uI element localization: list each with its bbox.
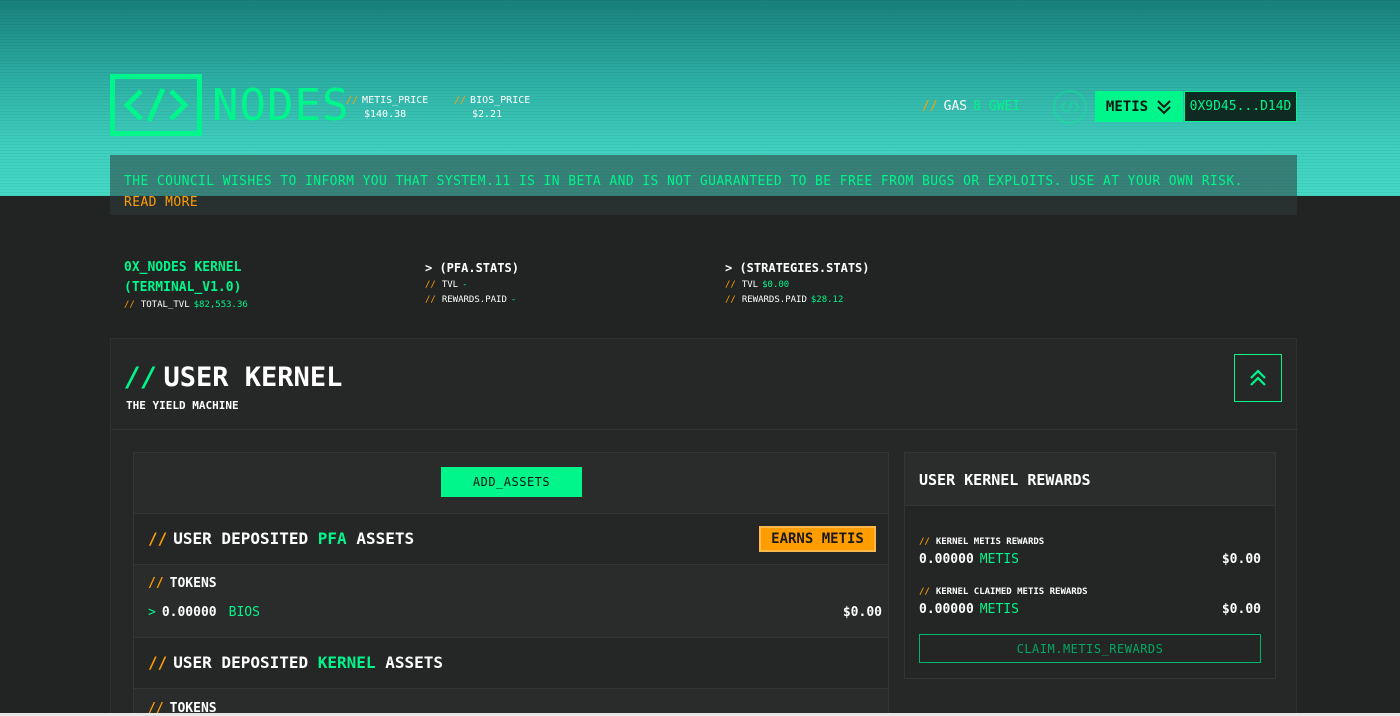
- slash-icon: //: [425, 295, 436, 305]
- slash-icon: //: [346, 95, 359, 106]
- strategies-stats-title: > (STRATEGIES.STATS): [725, 261, 870, 275]
- reward-usd: $0.00: [1221, 602, 1261, 617]
- pfa-tvl-value: -: [462, 280, 468, 290]
- rewards-header: USER KERNEL REWARDS: [905, 453, 1275, 506]
- metis-price-label: METIS_PRICE: [362, 95, 429, 106]
- network-select-button[interactable]: METIS: [1095, 91, 1183, 122]
- reward-label: // KERNEL METIS REWARDS: [919, 537, 1044, 547]
- strategies-stats: > (STRATEGIES.STATS) // TVL $0.00 // REWARD…: [725, 258, 870, 308]
- rewards-title: USER KERNEL REWARDS: [919, 471, 1091, 489]
- slash-icon: //: [454, 95, 467, 106]
- slash-icon: //: [148, 653, 168, 672]
- code-brackets-icon: [123, 87, 189, 123]
- total-tvl-label: TOTAL_TVL: [140, 300, 190, 310]
- notice-text: THE COUNCIL WISHES TO INFORM YOU THAT SY…: [124, 174, 1243, 189]
- section-title-suffix: ASSETS: [385, 653, 443, 672]
- list-item[interactable]: >0.00000 BIOS $0.00: [148, 605, 882, 620]
- kernel-version: (TERMINAL_V1.0): [124, 280, 242, 295]
- section-title-suffix: ASSETS: [356, 529, 415, 548]
- claim-rewards-button[interactable]: CLAIM.METIS_REWARDS: [919, 634, 1261, 663]
- double-chevron-up-icon: [1250, 369, 1266, 386]
- slash-icon: //: [725, 295, 736, 305]
- strategies-tvl-value: $0.00: [762, 280, 790, 290]
- metis-price: //METIS_PRICE $140.38: [346, 94, 428, 122]
- slash-icon: //: [124, 300, 135, 310]
- reward-row: 0.00000 METIS $0.00: [919, 602, 1261, 617]
- panel-title: //USER KERNEL: [125, 361, 342, 395]
- bios-price-label: BIOS_PRICE: [470, 95, 531, 106]
- arrow-icon: >: [148, 605, 156, 620]
- slash-icon: //: [725, 280, 736, 290]
- add-assets-button[interactable]: ADD_ASSETS: [441, 467, 582, 497]
- reward-label-text: KERNEL CLAIMED METIS REWARDS: [935, 587, 1088, 597]
- pfa-assets-header: // USER DEPOSITED PFA ASSETS EARNS METIS: [134, 513, 888, 565]
- beta-notice: THE COUNCIL WISHES TO INFORM YOU THAT SY…: [110, 155, 1297, 215]
- gas-value: 8 GWEI: [973, 99, 1021, 114]
- token-usd-value: $0.00: [842, 605, 882, 620]
- slash-icon: //: [148, 576, 164, 591]
- slash-icon: //: [922, 99, 938, 114]
- total-tvl-value: $82,553.36: [193, 300, 248, 310]
- reward-amount: 0.00000: [919, 552, 974, 567]
- gas-label: GAS: [943, 99, 968, 114]
- network-icon[interactable]: [1053, 90, 1087, 124]
- pfa-section-title: // USER DEPOSITED PFA ASSETS: [148, 529, 414, 548]
- reward-row: 0.00000 METIS $0.00: [919, 552, 1261, 567]
- strategies-rewards-label: REWARDS.PAID: [741, 295, 807, 305]
- deposited-assets-card: ADD_ASSETS // USER DEPOSITED PFA ASSETS E…: [133, 452, 889, 716]
- section-title-highlight: PFA: [317, 529, 347, 548]
- top-header: NODES //METIS_PRICE $140.38 //BIOS_PRICE…: [110, 74, 1297, 138]
- wallet-address-button[interactable]: 0X9D45...D14D: [1184, 91, 1297, 122]
- bios-price-value: $2.21: [472, 109, 503, 120]
- kernel-title: 0X_NODES KERNEL: [124, 260, 242, 275]
- slash-icon: //: [125, 362, 158, 393]
- section-title-highlight: KERNEL: [317, 653, 376, 672]
- collapse-button[interactable]: [1234, 354, 1282, 402]
- panel-header: //USER KERNEL THE YIELD MACHINE: [111, 339, 1298, 430]
- rewards-card: USER KERNEL REWARDS // KERNEL METIS REWAR…: [904, 452, 1276, 679]
- reward-label: // KERNEL CLAIMED METIS REWARDS: [919, 587, 1088, 597]
- reward-usd: $0.00: [1221, 552, 1261, 567]
- metis-price-value: $140.38: [364, 109, 407, 120]
- reward-symbol: METIS: [979, 552, 1019, 567]
- reward-symbol: METIS: [979, 602, 1019, 617]
- logo[interactable]: [110, 74, 202, 136]
- slash-icon: //: [148, 529, 168, 548]
- kernel-stats: 0X_NODES KERNEL (TERMINAL_V1.0) // TOTAL_…: [124, 258, 248, 313]
- pfa-stats: > (PFA.STATS) //TVL - //REWARDS.PAID -: [425, 258, 519, 308]
- token-symbol: BIOS: [228, 605, 260, 620]
- panel-subtitle: THE YIELD MACHINE: [126, 399, 239, 412]
- section-title-prefix: USER DEPOSITED: [173, 653, 309, 672]
- network-label: METIS: [1105, 98, 1149, 115]
- reward-label-text: KERNEL METIS REWARDS: [935, 537, 1045, 547]
- brand-name: NODES: [212, 80, 350, 131]
- read-more-link[interactable]: READ MORE: [124, 192, 1283, 213]
- pfa-stats-title: > (PFA.STATS): [425, 261, 519, 275]
- strategies-tvl-label: TVL: [741, 280, 759, 290]
- token-amount: 0.00000: [161, 605, 217, 620]
- pfa-rewards-value: -: [510, 295, 517, 305]
- tokens-label-text: TOKENS: [169, 576, 217, 591]
- section-title-prefix: USER DEPOSITED: [173, 529, 309, 548]
- user-kernel-panel: //USER KERNEL THE YIELD MACHINE ADD_ASSE…: [110, 338, 1298, 716]
- pfa-tvl-label: TVL: [441, 280, 459, 290]
- earns-metis-badge: EARNS METIS: [759, 526, 876, 552]
- kernel-assets-header: // USER DEPOSITED KERNEL ASSETS: [134, 637, 888, 689]
- slash-icon: //: [919, 587, 930, 597]
- slash-icon: //: [425, 280, 436, 290]
- reward-amount: 0.00000: [919, 602, 974, 617]
- code-brackets-icon: [1060, 100, 1080, 114]
- gas-indicator: // GAS 8 GWEI: [922, 99, 1020, 114]
- pfa-tokens-label: // TOKENS: [148, 576, 217, 591]
- pfa-rewards-label: REWARDS.PAID: [441, 295, 507, 305]
- slash-icon: //: [919, 537, 930, 547]
- double-chevron-down-icon: [1157, 99, 1171, 114]
- strategies-rewards-value: $28.12: [810, 295, 844, 305]
- bios-price: //BIOS_PRICE $2.21: [454, 94, 530, 122]
- kernel-section-title: // USER DEPOSITED KERNEL ASSETS: [148, 653, 443, 672]
- panel-title-text: USER KERNEL: [163, 362, 343, 393]
